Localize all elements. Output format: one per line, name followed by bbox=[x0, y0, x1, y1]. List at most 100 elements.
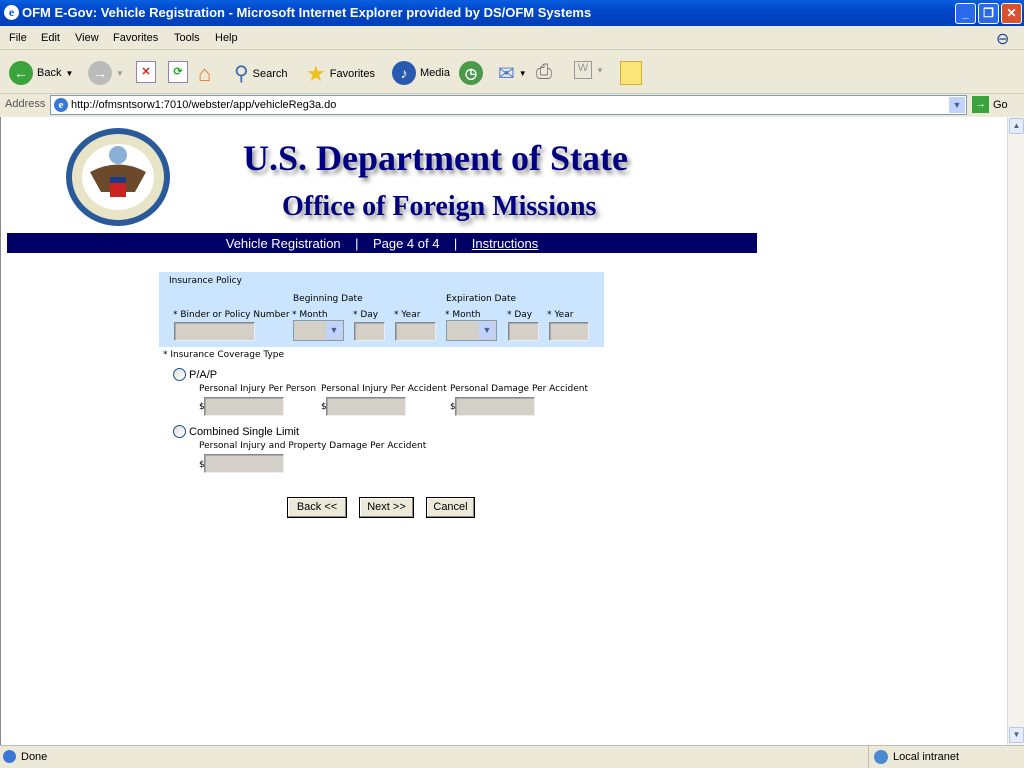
menu-file[interactable]: File bbox=[9, 32, 27, 44]
csl-label[interactable]: Combined Single Limit bbox=[189, 426, 299, 438]
begin-day-label: * Day bbox=[353, 310, 379, 320]
csl-field-label: Personal Injury and Property Damage Per … bbox=[199, 441, 427, 451]
exp-month-label: * Month bbox=[445, 310, 481, 320]
begin-day-input[interactable] bbox=[354, 322, 385, 341]
exp-year-input[interactable] bbox=[549, 322, 589, 341]
chevron-down-icon: ▼ bbox=[479, 322, 495, 339]
security-zone: Local intranet bbox=[893, 751, 960, 763]
stop-button[interactable]: ✕ bbox=[136, 61, 156, 83]
window-title: OFM E-Gov: Vehicle Registration - Micros… bbox=[22, 5, 592, 20]
search-icon: ⚲ bbox=[234, 63, 249, 85]
cancel-button[interactable]: Cancel bbox=[426, 497, 475, 518]
media-button[interactable]: ♪ Media bbox=[392, 61, 450, 85]
injury-per-accident-label: Personal Injury Per Accident bbox=[321, 384, 447, 394]
status-divider bbox=[868, 746, 869, 768]
maximize-button[interactable]: ❐ bbox=[978, 3, 999, 24]
nav-bar: Vehicle Registration | Page 4 of 4 | Ins… bbox=[7, 233, 757, 253]
injury-per-person-label: Personal Injury Per Person bbox=[199, 384, 317, 394]
begin-year-input[interactable] bbox=[395, 322, 436, 341]
menu-view[interactable]: View bbox=[75, 32, 99, 44]
instructions-link[interactable]: Instructions bbox=[472, 236, 538, 251]
toolbar: ← Back ▼ → ▼ ✕ ⟳ ⌂ ⚲ Search ★ Favorites ♪ Medi… bbox=[0, 51, 1024, 94]
exp-month-select[interactable]: ▼ bbox=[446, 320, 497, 341]
close-button[interactable]: ✕ bbox=[1001, 3, 1022, 24]
insurance-policy-heading: Insurance Policy bbox=[169, 276, 242, 286]
search-button[interactable]: ⚲ Search bbox=[234, 61, 288, 86]
injury-per-person-input[interactable] bbox=[204, 397, 284, 416]
menu-help[interactable]: Help bbox=[215, 32, 238, 44]
nav-separator: | bbox=[453, 236, 458, 251]
ie-logo-icon: e bbox=[4, 5, 19, 20]
back-arrow-icon: ← bbox=[9, 61, 33, 85]
history-button[interactable]: ◷ bbox=[459, 61, 483, 85]
refresh-button[interactable]: ⟳ bbox=[168, 61, 188, 83]
home-button[interactable]: ⌂ bbox=[198, 61, 211, 87]
intranet-globe-icon bbox=[874, 750, 888, 764]
messenger-button[interactable] bbox=[620, 61, 642, 85]
chevron-down-icon: ▼ bbox=[326, 322, 342, 339]
edit-button[interactable]: W ▼ bbox=[574, 61, 604, 79]
csl-radio[interactable] bbox=[173, 425, 186, 438]
nav-page-indicator: Page 4 of 4 bbox=[372, 236, 440, 251]
beginning-date-heading: Beginning Date bbox=[293, 294, 363, 304]
printer-icon: ⎙ bbox=[536, 61, 552, 83]
note-icon bbox=[620, 61, 642, 85]
exp-year-label: * Year bbox=[547, 310, 574, 320]
favorites-button[interactable]: ★ Favorites bbox=[306, 61, 375, 87]
injury-per-accident-input[interactable] bbox=[326, 397, 406, 416]
vertical-scrollbar[interactable]: ▲ ▼ bbox=[1007, 117, 1024, 745]
begin-month-label: * Month bbox=[292, 310, 328, 320]
minimize-button[interactable]: _ bbox=[955, 3, 976, 24]
pap-radio[interactable] bbox=[173, 368, 186, 381]
page-icon: e bbox=[54, 98, 68, 112]
refresh-icon: ⟳ bbox=[168, 61, 188, 83]
menu-edit[interactable]: Edit bbox=[41, 32, 60, 44]
back-form-button[interactable]: Back << bbox=[287, 497, 347, 518]
nav-section: Vehicle Registration bbox=[225, 236, 341, 251]
csl-amount-input[interactable] bbox=[204, 454, 284, 473]
star-icon: ★ bbox=[306, 61, 326, 86]
insurance-policy-section: Insurance Policy Beginning Date Expirati… bbox=[159, 272, 604, 347]
exp-day-input[interactable] bbox=[508, 322, 539, 341]
forward-button[interactable]: → ▼ bbox=[88, 61, 124, 85]
title-bar: e OFM E-Gov: Vehicle Registration - Micr… bbox=[0, 0, 1024, 26]
scroll-up-icon[interactable]: ▲ bbox=[1009, 118, 1024, 134]
page-status-icon bbox=[3, 750, 16, 763]
back-button[interactable]: ← Back ▼ bbox=[9, 61, 73, 85]
address-url: http://ofmsntsorw1:7010/webster/app/vehi… bbox=[71, 99, 337, 111]
mail-icon: ✉ bbox=[498, 63, 515, 85]
menu-favorites[interactable]: Favorites bbox=[113, 32, 158, 44]
page-subtitle: Office of Foreign Missions bbox=[282, 191, 597, 222]
windows-logo-icon: ⊖ bbox=[996, 31, 1010, 48]
begin-year-label: * Year bbox=[394, 310, 421, 320]
page-viewport: U.S. Department of State Office of Forei… bbox=[0, 117, 1007, 745]
mail-button[interactable]: ✉ ▼ bbox=[498, 61, 527, 86]
address-input[interactable]: e http://ofmsntsorw1:7010/webster/app/ve… bbox=[50, 95, 967, 115]
stop-icon: ✕ bbox=[136, 61, 156, 83]
next-button[interactable]: Next >> bbox=[359, 497, 414, 518]
home-icon: ⌂ bbox=[198, 61, 212, 86]
scroll-down-icon[interactable]: ▼ bbox=[1009, 727, 1024, 743]
status-text: Done bbox=[21, 751, 48, 763]
address-bar: Address e http://ofmsntsorw1:7010/webste… bbox=[0, 94, 1024, 116]
go-button[interactable]: → Go bbox=[972, 96, 1008, 113]
damage-per-accident-input[interactable] bbox=[455, 397, 535, 416]
exp-day-label: * Day bbox=[507, 310, 533, 320]
print-button[interactable]: ⎙ bbox=[536, 61, 552, 84]
media-globe-icon: ♪ bbox=[392, 61, 416, 85]
address-label: Address bbox=[5, 98, 46, 110]
damage-per-accident-label: Personal Damage Per Accident bbox=[450, 384, 589, 394]
menu-tools[interactable]: Tools bbox=[174, 32, 200, 44]
address-dropdown-icon[interactable]: ▼ bbox=[949, 97, 965, 113]
go-arrow-icon: → bbox=[972, 96, 989, 113]
history-icon: ◷ bbox=[459, 61, 483, 85]
forward-arrow-icon: → bbox=[88, 61, 112, 85]
begin-month-select[interactable]: ▼ bbox=[293, 320, 344, 341]
department-of-state-seal bbox=[66, 128, 170, 226]
binder-policy-number-input[interactable] bbox=[174, 322, 255, 341]
menu-bar: File Edit View Favorites Tools Help ⊖ bbox=[0, 26, 1024, 50]
binder-label: * Binder or Policy Number bbox=[173, 310, 290, 320]
status-bar: Done Local intranet bbox=[0, 745, 1024, 768]
nav-separator: | bbox=[355, 236, 359, 251]
pap-label[interactable]: P/A/P bbox=[189, 369, 217, 381]
